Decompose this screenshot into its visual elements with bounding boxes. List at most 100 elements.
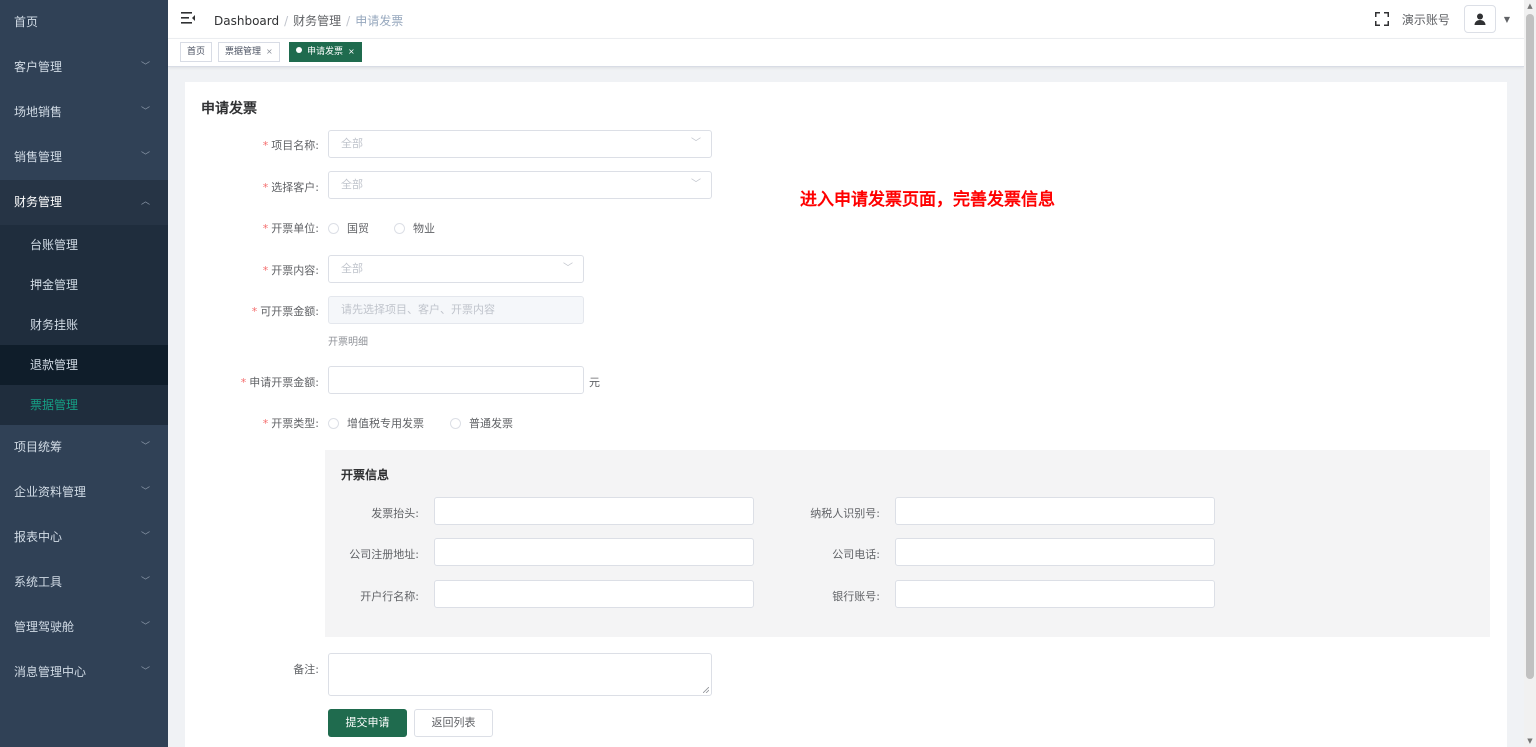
sidebar-subitem-refund[interactable]: 退款管理 — [0, 345, 168, 385]
taxpayer-id-input[interactable] — [895, 497, 1215, 525]
radio-normal-invoice[interactable]: 普通发票 — [450, 415, 513, 431]
radio-label: 普通发票 — [469, 417, 513, 430]
avatar[interactable] — [1463, 5, 1496, 33]
page-title: 申请发票 — [201, 101, 257, 117]
submit-button[interactable]: 提交申请 — [328, 709, 407, 737]
breadcrumb-dashboard[interactable]: Dashboard — [214, 14, 279, 28]
required-mark: * — [240, 376, 247, 389]
chevron-down-icon: ﹀ — [140, 62, 150, 72]
scroll-thumb[interactable] — [1526, 14, 1534, 679]
required-mark: * — [262, 181, 269, 194]
customer-select-value: 全部 — [341, 178, 363, 191]
sidebar-item-sales[interactable]: 销售管理 ﹀ — [0, 135, 168, 180]
sidebar-item-customers[interactable]: 客户管理 ﹀ — [0, 45, 168, 90]
sidebar-item-venue-sales[interactable]: 场地销售 ﹀ — [0, 90, 168, 135]
resize-handle-icon[interactable] — [703, 687, 709, 693]
sidebar-item-company-data[interactable]: 企业资料管理 ﹀ — [0, 470, 168, 515]
breadcrumb: Dashboard / 财务管理 / 申请发票 — [214, 12, 403, 29]
scroll-up-arrow-icon[interactable]: ▲ — [1526, 2, 1534, 10]
invoice-header-input[interactable] — [434, 497, 754, 525]
remark-textarea[interactable] — [328, 653, 712, 696]
radio-circle — [394, 222, 405, 234]
sidebar-item-home[interactable]: 首页 — [0, 0, 168, 45]
chevron-down-icon: ﹀ — [140, 487, 150, 497]
radio-circle — [328, 222, 339, 234]
project-select[interactable]: 全部 ﹀ — [328, 130, 712, 158]
sidebar-item-label: 首页 — [14, 15, 39, 29]
chevron-down-icon: ﹀ — [140, 532, 150, 542]
radio-label: 国贸 — [347, 222, 369, 235]
invoice-header-label: 发票抬头: — [371, 507, 419, 520]
page-scrollbar[interactable]: ▲ ▼ — [1524, 0, 1536, 747]
close-icon[interactable]: × — [266, 47, 273, 56]
radio-circle — [328, 417, 339, 429]
company-phone-label: 公司电话: — [832, 548, 880, 561]
company-address-label: 公司注册地址: — [349, 548, 419, 561]
customer-label-text: 选择客户: — [271, 181, 319, 194]
project-label-text: 项目名称: — [271, 139, 319, 152]
apply-amount-input[interactable] — [328, 366, 584, 394]
tag-label: 票据管理 — [225, 47, 262, 57]
chevron-down-icon: ﹀ — [140, 622, 150, 632]
content-select[interactable]: 全部 ﹀ — [328, 255, 584, 283]
close-icon[interactable]: × — [348, 47, 355, 56]
content-label: * 开票内容: — [263, 262, 319, 278]
sidebar-item-system-tools[interactable]: 系统工具 ﹀ — [0, 560, 168, 605]
apply-amount-label-text: 申请开票金额: — [249, 376, 319, 389]
invoice-details-link[interactable]: 开票明细 — [328, 333, 368, 348]
finance-submenu: 台账管理 押金管理 财务挂账 退款管理 票据管理 — [0, 225, 168, 425]
radio-circle — [450, 417, 461, 429]
chevron-down-icon: ﹀ — [691, 179, 701, 190]
sidebar-item-reports[interactable]: 报表中心 ﹀ — [0, 515, 168, 560]
required-mark: * — [251, 305, 258, 318]
remark-label: 备注: — [293, 663, 319, 676]
user-icon — [1474, 13, 1486, 25]
sidebar-item-label: 销售管理 — [14, 150, 63, 164]
menu-fold-icon[interactable] — [180, 10, 196, 26]
bank-name-input[interactable] — [434, 580, 754, 608]
fullscreen-icon[interactable] — [1374, 11, 1390, 27]
company-phone-input[interactable] — [895, 538, 1215, 566]
caret-down-icon[interactable]: ▼ — [1504, 15, 1510, 24]
tag-apply-invoice[interactable]: 申请发票 × — [289, 42, 362, 62]
sidebar-item-label: 客户管理 — [14, 60, 63, 74]
scroll-down-arrow-icon[interactable]: ▼ — [1526, 737, 1534, 745]
invoice-info-section: 开票信息 发票抬头: 纳税人识别号: 公司注册地址: 公司电话: 开户行名称: … — [325, 450, 1490, 637]
invoice-type-label-text: 开票类型: — [271, 417, 319, 430]
unit-label-text: 开票单位: — [271, 222, 319, 235]
sidebar-item-projects[interactable]: 项目统筹 ﹀ — [0, 425, 168, 470]
sidebar-item-label: 项目统筹 — [14, 440, 63, 454]
sidebar-subitem-deposit[interactable]: 押金管理 — [0, 265, 168, 305]
sidebar-subitem-credit[interactable]: 财务挂账 — [0, 305, 168, 345]
radio-vat-special-invoice[interactable]: 增值税专用发票 — [328, 415, 424, 431]
tag-label: 首页 — [187, 47, 206, 57]
sidebar-item-messages[interactable]: 消息管理中心 ﹀ — [0, 650, 168, 695]
sidebar-subitem-invoices[interactable]: 票据管理 — [0, 385, 168, 425]
project-select-value: 全部 — [341, 137, 363, 150]
required-mark: * — [262, 222, 269, 235]
radio-unit-guomao[interactable]: 国贸 — [328, 220, 369, 236]
tag-label: 申请发票 — [307, 47, 344, 57]
radio-label: 物业 — [413, 222, 435, 235]
radio-unit-property[interactable]: 物业 — [394, 220, 435, 236]
tag-invoice-management[interactable]: 票据管理 × — [218, 42, 280, 62]
chevron-up-icon: ︿ — [140, 197, 150, 207]
company-address-input[interactable] — [434, 538, 754, 566]
sidebar-item-cockpit[interactable]: 管理驾驶舱 ﹀ — [0, 605, 168, 650]
tag-home[interactable]: 首页 — [180, 42, 213, 62]
breadcrumb-current: 申请发票 — [355, 14, 404, 28]
sidebar-item-label: 财务管理 — [14, 195, 63, 209]
back-to-list-button[interactable]: 返回列表 — [414, 709, 493, 737]
account-name: 演示账号 — [1401, 12, 1450, 27]
customer-select[interactable]: 全部 ﹀ — [328, 171, 712, 199]
chevron-down-icon: ﹀ — [140, 442, 150, 452]
chevron-down-icon: ﹀ — [140, 667, 150, 677]
sidebar-subitem-ledger[interactable]: 台账管理 — [0, 225, 168, 265]
required-mark: * — [262, 417, 269, 430]
bank-account-input[interactable] — [895, 580, 1215, 608]
sidebar-item-finance[interactable]: 财务管理 ︿ — [0, 180, 168, 225]
chevron-down-icon: ﹀ — [140, 107, 150, 117]
yuan-unit: 元 — [589, 376, 600, 389]
chevron-down-icon: ﹀ — [691, 138, 701, 149]
breadcrumb-separator: / — [346, 14, 351, 28]
